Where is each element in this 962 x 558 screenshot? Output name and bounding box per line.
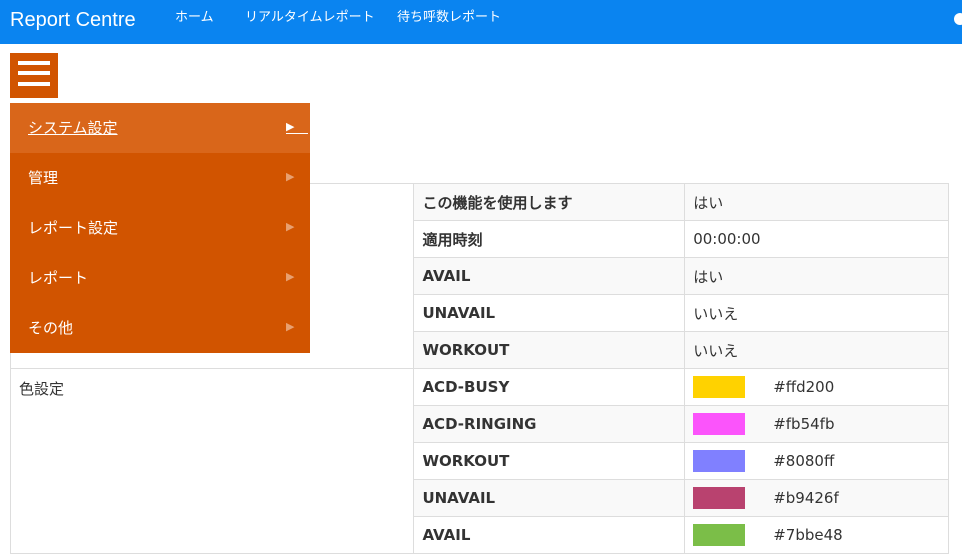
submenu-arrow-icon: ▶ [286, 270, 295, 283]
setting-key: UNAVAIL [413, 294, 686, 332]
nav-link-queue-report[interactable]: 待ち呼数レポート [397, 10, 501, 26]
color-hex: #8080ff [773, 452, 835, 470]
color-value-cell: #fb54fb [684, 405, 949, 443]
submenu-arrow-icon: ▶ [286, 220, 295, 233]
menu-item-system-settings[interactable]: システム設定 ▶ [10, 103, 310, 153]
setting-value: いいえ [684, 331, 949, 369]
color-swatch [693, 524, 746, 546]
menu-bar [18, 61, 50, 65]
menu-item-label: その他 [28, 319, 74, 337]
setting-key: AVAIL [413, 257, 686, 295]
submenu-arrow-underline [286, 133, 308, 134]
menu-item-label: システム設定 [28, 119, 118, 137]
color-value-cell: #7bbe48 [684, 516, 949, 554]
setting-value: 00:00:00 [684, 220, 949, 258]
color-value-cell: #ffd200 [684, 368, 949, 406]
color-hex: #7bbe48 [773, 526, 843, 544]
setting-value: はい [684, 257, 949, 295]
color-swatch [693, 413, 746, 435]
color-hex: #b9426f [773, 489, 839, 507]
nav-link-home[interactable]: ホーム [175, 10, 214, 26]
setting-value: はい [684, 183, 949, 221]
nav-link-realtime-report[interactable]: リアルタイムレポート [245, 10, 375, 26]
menu-bar [18, 71, 50, 75]
system-menu-dropdown: システム設定 ▶ 管理 ▶ レポート設定 ▶ レポート ▶ その他 ▶ [10, 103, 310, 353]
menu-item-label: レポート設定 [28, 219, 119, 237]
menu-item-management[interactable]: 管理 ▶ [10, 153, 310, 203]
menu-item-report-settings[interactable]: レポート設定 ▶ [10, 203, 310, 253]
color-swatch [693, 376, 746, 398]
color-key: WORKOUT [413, 442, 686, 480]
setting-key: 適用時刻 [413, 220, 686, 258]
color-key: AVAIL [413, 516, 686, 554]
menu-item-report[interactable]: レポート ▶ [10, 253, 310, 303]
color-swatch [693, 450, 746, 472]
menu-item-label: 管理 [28, 169, 59, 187]
setting-key: WORKOUT [413, 331, 686, 369]
menu-bar [18, 82, 50, 86]
hamburger-menu-button[interactable] [10, 53, 58, 98]
color-value-cell: #8080ff [684, 442, 949, 480]
color-value-cell: #b9426f [684, 479, 949, 517]
setting-key: この機能を使用します [413, 183, 686, 221]
user-icon[interactable] [954, 13, 962, 25]
table-row: 色設定 ACD-BUSY #ffd200 [9, 368, 949, 554]
menu-item-label: レポート [28, 269, 89, 287]
color-swatch [693, 487, 746, 509]
menu-item-other[interactable]: その他 ▶ [10, 303, 310, 353]
submenu-arrow-icon: ▶ [286, 120, 295, 133]
color-settings-label: 色設定 [9, 368, 415, 554]
color-key: UNAVAIL [413, 479, 686, 517]
color-key: ACD-BUSY [413, 368, 686, 406]
submenu-arrow-icon: ▶ [286, 320, 295, 333]
submenu-arrow-icon: ▶ [286, 170, 295, 183]
color-hex: #fb54fb [773, 415, 835, 433]
brand-title[interactable]: Report Centre [10, 8, 136, 32]
color-hex: #ffd200 [773, 378, 835, 396]
color-key: ACD-RINGING [413, 405, 686, 443]
top-navbar: Report Centre ホーム リアルタイムレポート 待ち呼数レポート [0, 0, 962, 44]
setting-value: いいえ [684, 294, 949, 332]
